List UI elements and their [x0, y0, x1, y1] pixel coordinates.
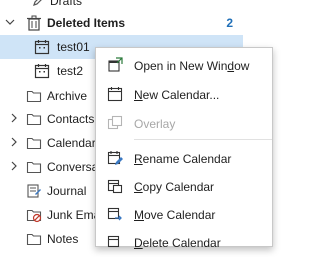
folder-label: Journal [47, 184, 87, 198]
calendar-icon [34, 39, 50, 55]
menu-item-move-calendar[interactable]: Move Calendar [96, 200, 274, 229]
folder-item-deleted-items[interactable]: Deleted Items 2 [0, 11, 273, 35]
folder-label: Junk Ema [47, 208, 101, 222]
menu-item-label: Open in New Window [134, 58, 250, 73]
chevron-right-icon[interactable] [9, 137, 19, 150]
menu-item-copy-calendar[interactable]: Copy Calendar [96, 172, 274, 201]
delete-calendar-icon [107, 234, 123, 250]
folder-label: Notes [47, 232, 79, 246]
menu-item-new-calendar[interactable]: New Calendar... [96, 80, 274, 109]
menu-item-open-in-new-window[interactable]: Open in New Window [96, 51, 274, 80]
menu-item-delete-calendar[interactable]: Delete Calendar [96, 228, 274, 257]
menu-item-label: Copy Calendar [134, 179, 215, 194]
folder-icon [26, 111, 42, 127]
menu-item-label: Delete Calendar [134, 235, 221, 250]
folder-label: Calendar [47, 136, 96, 150]
context-menu: Open in New Window New Calendar... Overl… [95, 47, 274, 250]
chevron-down-icon[interactable] [5, 17, 15, 30]
open-window-icon [107, 57, 123, 73]
calendar-icon [34, 63, 50, 79]
folder-label: Deleted Items [47, 16, 126, 30]
menu-item-label: Overlay [134, 116, 176, 131]
move-calendar-icon [107, 206, 123, 222]
folder-label: Archive [47, 89, 88, 103]
folder-icon [26, 88, 42, 104]
folder-label: Conversa [47, 160, 99, 174]
trash-icon [26, 15, 42, 31]
pencil-icon [31, 0, 47, 8]
folder-icon [26, 159, 42, 175]
menu-separator [134, 139, 272, 140]
folder-icon [26, 135, 42, 151]
menu-item-label: New Calendar... [134, 87, 220, 102]
menu-item-overlay: Overlay [96, 109, 274, 138]
rename-calendar-icon [107, 150, 123, 166]
junk-icon [26, 207, 42, 223]
new-calendar-icon [107, 86, 123, 102]
menu-item-rename-calendar[interactable]: Rename Calendar [96, 144, 274, 173]
chevron-right-icon[interactable] [9, 113, 19, 126]
folder-label: test01 [57, 40, 90, 54]
overlay-icon [107, 115, 123, 131]
chevron-right-icon[interactable] [9, 161, 19, 174]
folder-label: Contacts [47, 112, 95, 126]
copy-calendar-icon [107, 178, 123, 194]
folder-label: test2 [57, 64, 84, 78]
menu-item-label: Rename Calendar [134, 151, 232, 166]
unread-count-badge: 2 [226, 16, 233, 30]
journal-icon [26, 183, 42, 199]
folder-label: Drafts [50, 0, 83, 8]
folder-icon [26, 231, 42, 247]
menu-item-label: Move Calendar [134, 207, 216, 222]
